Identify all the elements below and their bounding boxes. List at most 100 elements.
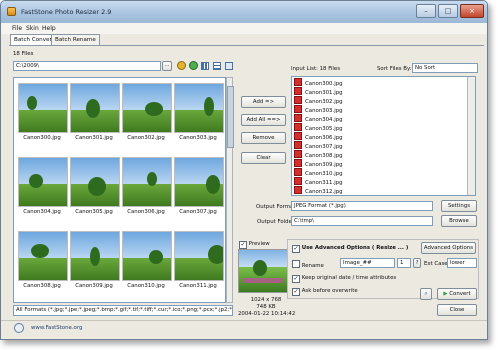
details-view-icon[interactable] <box>225 62 233 70</box>
use-advanced-checkbox[interactable]: ✓ <box>292 245 300 253</box>
thumbnail-image[interactable] <box>18 83 68 133</box>
keep-date-toggle[interactable]: ✓ Keep original date / time attributes <box>292 274 396 283</box>
files-count: 18 Files <box>13 51 34 57</box>
menu-skin[interactable]: Skin <box>26 23 39 34</box>
keep-date-label: Keep original date / time attributes <box>301 275 397 281</box>
tab-divider <box>9 45 484 46</box>
jpg-file-icon <box>294 186 302 194</box>
list-item[interactable]: Canon311.jpg <box>294 177 343 186</box>
close-window-button[interactable]: × <box>460 4 484 18</box>
rename-checkbox[interactable] <box>292 260 300 268</box>
add-button[interactable]: Add => <box>241 96 286 108</box>
thumbnail-caption: Canon303.jpg <box>179 135 217 141</box>
list-item[interactable]: Canon301.jpg <box>294 87 343 96</box>
add-all-button[interactable]: Add All ==> <box>241 114 286 126</box>
thumbnail-scrollbar[interactable] <box>226 77 234 303</box>
remove-button[interactable]: Remove <box>241 132 286 144</box>
preview-toggle[interactable]: ✓ Preview <box>239 240 270 249</box>
rename-label: Rename <box>301 263 324 269</box>
close-button[interactable]: Close <box>437 304 477 316</box>
ext-case-label: Ext Case <box>424 261 448 267</box>
preview-checkbox[interactable]: ✓ <box>239 241 247 249</box>
jpg-file-icon <box>294 150 302 158</box>
list-item[interactable]: Canon305.jpg <box>294 123 343 132</box>
browse-folder-button[interactable]: Browse <box>441 215 477 227</box>
rename-toggle[interactable]: Rename <box>292 260 324 270</box>
thumbnail-caption: Canon309.jpg <box>75 283 113 289</box>
thumbnail-image[interactable] <box>70 83 120 133</box>
menu-bar <box>1 23 487 34</box>
clear-button[interactable]: Clear <box>241 152 286 164</box>
thumbnail-image[interactable] <box>174 83 224 133</box>
preview-image <box>238 249 288 293</box>
thumbnail-image[interactable] <box>122 231 172 281</box>
list-item[interactable]: Canon304.jpg <box>294 114 343 123</box>
menu-help[interactable]: Help <box>42 23 56 34</box>
thumbnail-image[interactable] <box>122 157 172 207</box>
ask-overwrite-label: Ask before overwrite <box>301 288 358 294</box>
convert-button[interactable]: ▶ Convert <box>437 288 477 300</box>
thumbnail-caption: Canon308.jpg <box>23 283 61 289</box>
sort-label: Sort Files By: <box>377 66 412 72</box>
jpg-file-icon <box>294 141 302 149</box>
list-item[interactable]: Canon303.jpg <box>294 105 343 114</box>
minimize-button[interactable]: – <box>416 4 436 18</box>
jpg-file-icon <box>294 114 302 122</box>
folder-up-icon[interactable] <box>177 61 186 70</box>
home-icon[interactable] <box>14 323 24 333</box>
use-advanced-label: Use Advanced Options ( Resize ... ) <box>301 245 409 251</box>
ext-case-select[interactable]: lower <box>447 258 477 268</box>
input-list-label: Input List: 18 Files <box>291 66 341 72</box>
list-item[interactable]: Canon309.jpg <box>294 159 343 168</box>
website-link[interactable]: www.FastStone.org <box>31 324 82 332</box>
thumbnail-image[interactable] <box>18 231 68 281</box>
rename-help-button[interactable]: ? <box>413 258 421 268</box>
use-advanced-toggle[interactable]: ✓ Use Advanced Options ( Resize ... ) <box>292 244 408 253</box>
input-file-list[interactable]: Canon300.jpg Canon301.jpg Canon302.jpg Cano… <box>291 76 476 196</box>
thumbnail-image[interactable] <box>70 157 120 207</box>
keep-date-checkbox[interactable]: ✓ <box>292 275 300 283</box>
settings-button[interactable]: Settings <box>441 200 477 212</box>
list-item[interactable]: Canon306.jpg <box>294 132 343 141</box>
thumbnail-image[interactable] <box>70 231 120 281</box>
thumbnail-caption: Canon305.jpg <box>75 209 113 215</box>
file-filter-select[interactable]: All Formats (*.jpg;*.jpe;*.jpeg;*.bmp;*.… <box>13 305 233 316</box>
refresh-icon[interactable] <box>189 61 198 70</box>
thumbnail-view-icon[interactable] <box>201 62 209 70</box>
jpg-file-icon <box>294 132 302 140</box>
tab-batch-rename[interactable]: Batch Rename <box>51 34 100 45</box>
thumbnail-image[interactable] <box>18 157 68 207</box>
zoom-icon[interactable]: ⌕ <box>420 288 432 300</box>
list-item[interactable]: Canon302.jpg <box>294 96 343 105</box>
path-field[interactable]: C:\2009\ <box>13 61 161 71</box>
thumbnail-grid[interactable]: Canon300.jpg Canon301.jpg Canon302.jpg Cano… <box>13 77 226 303</box>
jpg-file-icon <box>294 159 302 167</box>
list-item[interactable]: Canon312.jpg <box>294 186 343 195</box>
rename-start-field[interactable]: 1 <box>397 258 411 268</box>
ask-overwrite-checkbox[interactable]: ✓ <box>292 288 300 296</box>
list-view-icon[interactable] <box>213 62 221 70</box>
menu-file[interactable]: File <box>12 23 22 34</box>
output-folder-field[interactable]: C:\tmp\ <box>291 216 433 226</box>
maximize-button[interactable]: □ <box>438 4 458 18</box>
advanced-options-button[interactable]: Advanced Options <box>421 242 476 254</box>
jpg-file-icon <box>294 168 302 176</box>
thumbnail-caption: Canon310.jpg <box>127 283 165 289</box>
thumbnail-image[interactable] <box>122 83 172 133</box>
thumbnail-image[interactable] <box>174 231 224 281</box>
list-item[interactable]: Canon300.jpg <box>294 78 343 87</box>
thumbnail-image[interactable] <box>174 157 224 207</box>
sort-select[interactable]: No Sort <box>412 63 478 73</box>
list-item[interactable]: Canon310.jpg <box>294 168 343 177</box>
list-item[interactable]: Canon307.jpg <box>294 141 343 150</box>
app-window: FastStone Photo Resizer 2.9 – □ × File S… <box>0 0 488 340</box>
rename-pattern-field[interactable]: Image_## <box>340 258 395 268</box>
thumbnail-caption: Canon300.jpg <box>23 135 61 141</box>
ask-overwrite-toggle[interactable]: ✓ Ask before overwrite <box>292 287 358 296</box>
input-list-scrollbar[interactable] <box>467 77 475 195</box>
output-format-select[interactable]: JPEG Format (*.jpg) <box>291 201 433 211</box>
file-name: Canon312.jpg <box>305 189 343 195</box>
path-browse-button[interactable]: ... <box>162 61 172 71</box>
jpg-file-icon <box>294 105 302 113</box>
list-item[interactable]: Canon308.jpg <box>294 150 343 159</box>
